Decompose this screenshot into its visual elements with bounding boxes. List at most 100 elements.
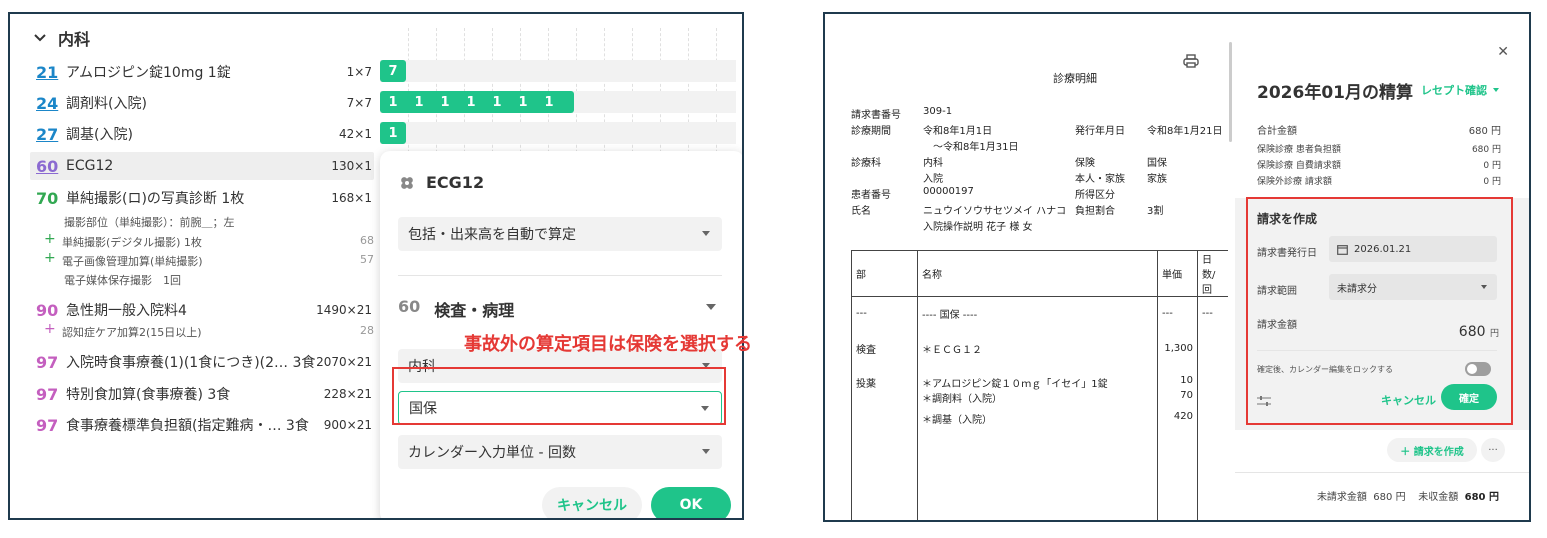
unbilled-label: 未請求金額 xyxy=(1316,492,1367,503)
item-name: 急性期一般入院料4 xyxy=(66,303,187,319)
summary-label: 保険外診療 請求額 xyxy=(1257,177,1332,187)
list-item-selected[interactable]: 60 ECG12 130×1 xyxy=(30,152,374,180)
sub-detail-text: 撮影部位（単純撮影）：前腕＿；左 xyxy=(64,216,235,229)
sub-item-points: 57 xyxy=(360,253,374,266)
sub-detail: 電子媒体保存撮影 1回 xyxy=(64,272,394,288)
list-item[interactable]: 21 アムロジピン錠10mg 1錠 1×7 xyxy=(30,58,374,86)
calendar-track xyxy=(380,122,736,144)
cancel-button[interactable]: キャンセル xyxy=(542,487,642,518)
create-invoice-button[interactable]: ＋ 請求を作成 xyxy=(1387,438,1477,462)
list-item[interactable]: 70 単純撮影(ロ)の写真診断 1枚 168×1 xyxy=(30,184,374,212)
ok-button[interactable]: OK xyxy=(651,487,731,518)
item-qty: 168×1 xyxy=(331,191,372,205)
scrollbar[interactable] xyxy=(1229,42,1232,142)
item-name: 単純撮影(ロ)の写真診断 1枚 xyxy=(66,191,245,207)
category-name: 検査・病理 xyxy=(434,301,515,320)
category-row[interactable]: 60 検査・病理 xyxy=(398,297,722,321)
sub-item: + 認知症ケア加算2(15日以上) 28 xyxy=(44,321,374,340)
summary-row: 保険診療 患者負担額 680 円 xyxy=(1257,142,1501,155)
popup-title: ECG12 xyxy=(398,173,484,192)
caret-down-icon xyxy=(702,231,710,236)
list-item[interactable]: 24 調剤料(入院) 7×7 xyxy=(30,89,374,117)
item-qty: 1490×21 xyxy=(316,303,372,317)
info-value: 令和8年1月21日 xyxy=(1147,126,1223,137)
info-label: 請求書番号 xyxy=(851,110,901,121)
calendar-grid: 7 1111111 1 xyxy=(380,28,738,168)
info-value: 00000197 xyxy=(923,186,974,197)
plus-icon: + xyxy=(44,231,56,247)
list-item[interactable]: 97 特別食加算(食事療養) 3食 228×21 xyxy=(30,380,374,408)
item-code[interactable]: 90 xyxy=(30,301,66,320)
sub-item: + 電子画像管理加算(単純撮影) 57 xyxy=(44,251,374,269)
item-name: 入院時食事療養(1)(1食につき)(2… 3食 xyxy=(66,355,316,371)
info-label: 診療科 xyxy=(851,158,881,169)
settlement-title: 2026年01月の精算 xyxy=(1257,83,1413,103)
calendar-track xyxy=(380,60,736,82)
table-row: ＊調基（入院） 420 xyxy=(851,410,1228,520)
info-value: ニュウイソウサセツメイ ハナコ xyxy=(923,206,1067,217)
section-header[interactable]: 内科 xyxy=(34,26,90,50)
item-code[interactable]: 97 xyxy=(30,416,66,435)
printer-icon[interactable] xyxy=(1183,54,1199,68)
item-code[interactable]: 21 xyxy=(30,63,66,82)
item-code[interactable]: 97 xyxy=(30,385,66,404)
item-code[interactable]: 60 xyxy=(30,157,66,176)
info-label: 本人・家族 xyxy=(1075,174,1125,185)
summary-value: 0 円 xyxy=(1483,177,1501,187)
uncollected-label: 未収金額 xyxy=(1418,492,1459,503)
item-code[interactable]: 27 xyxy=(30,125,66,144)
item-code[interactable]: 97 xyxy=(30,353,66,372)
item-qty: 228×21 xyxy=(323,387,372,401)
calc-mode-select[interactable]: 包括・出来高を自動で算定 xyxy=(398,217,722,251)
item-name: 調基(入院) xyxy=(66,127,133,143)
table-header: 部 xyxy=(851,250,918,297)
unit-select[interactable]: カレンダー入力単位 - 回数 xyxy=(398,435,722,469)
info-label: 氏名 xyxy=(851,206,871,217)
calendar-count: 1 xyxy=(388,94,398,110)
document-title: 診療明細 xyxy=(1053,72,1097,85)
summary-label: 保険診療 患者負担額 xyxy=(1257,145,1341,155)
sub-item-name: 認知症ケア加算2(15日以上) xyxy=(62,326,202,339)
total-label: 合計金額 xyxy=(1257,126,1297,137)
info-value: 内科 xyxy=(923,158,943,169)
item-name: 調剤料(入院) xyxy=(66,96,147,112)
more-options-button[interactable]: ··· xyxy=(1481,438,1505,462)
item-qty: 900×21 xyxy=(323,418,372,432)
highlight-box xyxy=(392,367,726,425)
caret-down-icon xyxy=(702,449,710,454)
calendar-bar[interactable]: 7 xyxy=(380,60,406,82)
item-code[interactable]: 70 xyxy=(30,189,66,208)
caret-down-icon xyxy=(706,304,716,310)
item-name: ECG12 xyxy=(66,158,114,174)
list-item[interactable]: 97 入院時食事療養(1)(1食につき)(2… 3食 2070×21 xyxy=(30,348,374,376)
info-value: 家族 xyxy=(1147,174,1167,185)
summary-row: 保険外診療 請求額 0 円 xyxy=(1257,174,1501,187)
info-value: 国保 xyxy=(1147,158,1167,169)
sub-item-points: 28 xyxy=(360,324,374,337)
item-qty: 7×7 xyxy=(346,96,372,110)
close-icon[interactable]: ✕ xyxy=(1497,44,1509,60)
calendar-count: 1 xyxy=(518,94,528,110)
divider xyxy=(1235,472,1529,473)
left-screenshot: 内科 7 1111111 1 21 アムロジピン錠10mg 1錠 1×7 24 … xyxy=(8,12,744,520)
receipt-check-link[interactable]: レセプト確認 xyxy=(1421,82,1499,98)
item-code[interactable]: 24 xyxy=(30,94,66,113)
sub-item-name: 単純撮影(デジタル撮影) 1枚 xyxy=(62,236,202,249)
bill-table: 部 名称 単価 日数/回 --- ---- 国保 ---- --- --- 検査… xyxy=(851,250,1228,520)
chevron-down-icon xyxy=(34,34,46,42)
info-value: 令和8年1月1日 xyxy=(923,126,993,137)
info-label: 保険 xyxy=(1075,158,1095,169)
calendar-count: 1 xyxy=(388,125,398,141)
section-title: 内科 xyxy=(58,30,91,49)
calendar-count: 1 xyxy=(414,94,424,110)
list-item[interactable]: 97 食事療養標準負担額(指定難病・… 3食 900×21 xyxy=(30,411,374,439)
plus-icon: + xyxy=(44,321,56,337)
receipt-check-label: レセプト確認 xyxy=(1421,84,1487,97)
list-item[interactable]: 90 急性期一般入院料4 1490×21 xyxy=(30,296,374,324)
item-qty: 1×7 xyxy=(346,65,372,79)
list-item[interactable]: 27 調基(入院) 42×1 xyxy=(30,120,374,148)
calendar-bar[interactable]: 1 xyxy=(380,122,406,144)
unit-value: カレンダー入力単位 - 回数 xyxy=(408,445,576,461)
summary-row: 保険診療 自費請求額 0 円 xyxy=(1257,158,1501,171)
calendar-bar[interactable]: 1111111 xyxy=(380,91,574,113)
